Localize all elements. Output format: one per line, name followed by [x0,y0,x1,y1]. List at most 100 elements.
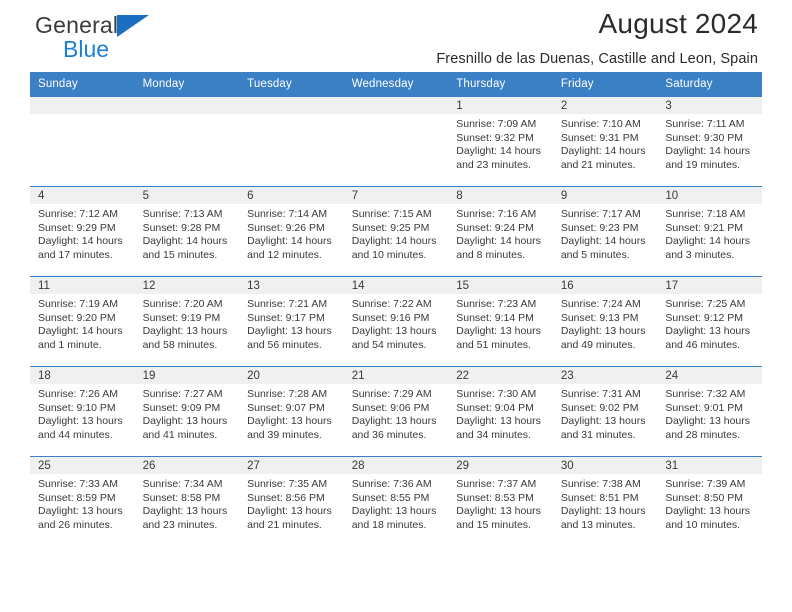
day-details: Sunrise: 7:16 AM Sunset: 9:24 PM Daylight:… [448,204,553,262]
calendar-day-cell[interactable]: 20 Sunrise: 7:28 AM Sunset: 9:07 PM Dayligh… [239,366,344,457]
sunrise-text: Sunrise: 7:25 AM [665,298,746,310]
sunrise-text: Sunrise: 7:24 AM [560,298,641,310]
calendar-day-cell[interactable]: 28 Sunrise: 7:36 AM Sunset: 8:55 PM Dayligh… [343,456,449,547]
calendar-day-cell[interactable]: 2 Sunrise: 7:10 AM Sunset: 9:31 PM Daylight… [552,96,658,187]
day-number: 20 [239,367,344,384]
day-details: Sunrise: 7:25 AM Sunset: 9:12 PM Daylight:… [657,294,762,352]
day-details: Sunrise: 7:27 AM Sunset: 9:09 PM Daylight:… [135,384,240,442]
sunrise-text: Sunrise: 7:32 AM [665,388,746,400]
day-number: 15 [448,277,553,294]
calendar-day-cell[interactable]: 25 Sunrise: 7:33 AM Sunset: 8:59 PM Dayligh… [30,456,135,547]
sunset-text: Sunset: 9:19 PM [142,311,221,324]
calendar-day-cell[interactable]: 26 Sunrise: 7:34 AM Sunset: 8:58 PM Dayligh… [134,456,240,547]
daylight-text-line2: and 13 minutes. [560,518,636,531]
day-number: 9 [552,187,658,204]
day-number: 4 [30,187,135,204]
sunrise-text: Sunrise: 7:34 AM [142,478,223,490]
day-details: Sunrise: 7:32 AM Sunset: 9:01 PM Daylight:… [657,384,762,442]
sunrise-text: Sunrise: 7:23 AM [456,298,537,310]
sunrise-text: Sunrise: 7:11 AM [665,118,745,130]
calendar-day-cell[interactable]: 5 Sunrise: 7:13 AM Sunset: 9:28 PM Daylight… [134,186,240,277]
day-number: 31 [657,457,762,474]
sunrise-text: Sunrise: 7:33 AM [38,478,118,490]
logo-word-general: General [35,12,119,38]
calendar-day-cell[interactable]: 29 Sunrise: 7:37 AM Sunset: 8:53 PM Dayligh… [448,456,553,547]
day-details: Sunrise: 7:24 AM Sunset: 9:13 PM Daylight:… [553,294,658,352]
calendar-day-cell[interactable]: 9 Sunrise: 7:17 AM Sunset: 9:23 PM Daylight… [552,186,658,277]
sunset-text: Sunset: 8:56 PM [247,491,325,504]
calendar-day-cell[interactable]: 21 Sunrise: 7:29 AM Sunset: 9:06 PM Dayligh… [343,366,449,457]
sunset-text: Sunset: 9:04 PM [456,401,534,414]
calendar-empty-cell [343,96,449,187]
daylight-text-line2: and 51 minutes. [456,338,531,351]
daylight-text-line1: Daylight: 13 hours [38,505,123,518]
calendar-day-cell[interactable]: 24 Sunrise: 7:32 AM Sunset: 9:01 PM Dayligh… [657,366,762,457]
day-details: Sunrise: 7:38 AM Sunset: 8:51 PM Daylight:… [553,474,658,532]
calendar-day-cell[interactable]: 12 Sunrise: 7:20 AM Sunset: 9:19 PM Dayligh… [134,276,240,367]
calendar-day-cell[interactable]: 18 Sunrise: 7:26 AM Sunset: 9:10 PM Dayligh… [30,366,135,457]
daylight-text-line1: Daylight: 13 hours [38,415,123,428]
calendar-day-cell[interactable]: 10 Sunrise: 7:18 AM Sunset: 9:21 PM Dayligh… [657,186,762,277]
daylight-text-line1: Daylight: 13 hours [142,325,228,338]
logo-text-general: General [35,12,150,38]
daylight-text-line2: and 23 minutes. [456,158,531,171]
calendar-day-cell[interactable]: 30 Sunrise: 7:38 AM Sunset: 8:51 PM Dayligh… [552,456,658,547]
daylight-text-line1: Daylight: 14 hours [560,145,646,158]
weekday-header-thursday: Thursday [448,72,553,97]
daylight-text-line1: Daylight: 14 hours [560,235,646,248]
day-number [134,97,240,114]
calendar-day-cell[interactable]: 3 Sunrise: 7:11 AM Sunset: 9:30 PM Daylight… [657,96,762,187]
calendar-day-cell[interactable]: 16 Sunrise: 7:24 AM Sunset: 9:13 PM Dayligh… [552,276,658,367]
sunrise-text: Sunrise: 7:19 AM [38,298,118,310]
page-header: General Blue August 2024 Fresnillo de la… [30,0,762,72]
daylight-text-line2: and 10 minutes. [665,518,741,531]
daylight-text-line2: and 10 minutes. [351,248,427,261]
daylight-text-line2: and 3 minutes. [665,248,735,261]
calendar-day-cell[interactable]: 31 Sunrise: 7:39 AM Sunset: 8:50 PM Dayligh… [657,456,762,547]
day-number [239,97,344,114]
calendar-day-cell[interactable]: 4 Sunrise: 7:12 AM Sunset: 9:29 PM Daylight… [30,186,135,277]
calendar-day-cell[interactable]: 7 Sunrise: 7:15 AM Sunset: 9:25 PM Daylight… [343,186,449,277]
calendar-day-cell[interactable]: 27 Sunrise: 7:35 AM Sunset: 8:56 PM Dayligh… [239,456,344,547]
sunrise-text: Sunrise: 7:17 AM [560,208,641,220]
calendar-day-cell[interactable]: 1 Sunrise: 7:09 AM Sunset: 9:32 PM Daylight… [448,96,553,187]
calendar-day-cell[interactable]: 11 Sunrise: 7:19 AM Sunset: 9:20 PM Dayligh… [30,276,135,367]
daylight-text-line1: Daylight: 13 hours [247,505,332,518]
day-number: 13 [239,277,344,294]
day-details: Sunrise: 7:30 AM Sunset: 9:04 PM Daylight:… [448,384,553,442]
sunrise-text: Sunrise: 7:12 AM [38,208,118,220]
sunset-text: Sunset: 9:20 PM [38,311,116,324]
day-details: Sunrise: 7:15 AM Sunset: 9:25 PM Daylight:… [344,204,449,262]
daylight-text-line2: and 41 minutes. [142,428,218,441]
day-details: Sunrise: 7:10 AM Sunset: 9:31 PM Daylight:… [553,114,658,172]
day-number [30,97,135,114]
calendar-day-cell[interactable]: 23 Sunrise: 7:31 AM Sunset: 9:02 PM Dayligh… [552,366,658,457]
calendar-day-cell[interactable]: 13 Sunrise: 7:21 AM Sunset: 9:17 PM Dayligh… [239,276,344,367]
calendar-day-cell[interactable]: 8 Sunrise: 7:16 AM Sunset: 9:24 PM Daylight… [448,186,553,277]
calendar-day-cell[interactable]: 19 Sunrise: 7:27 AM Sunset: 9:09 PM Dayligh… [134,366,240,457]
calendar-week-row: 18 Sunrise: 7:26 AM Sunset: 9:10 PM Dayligh… [30,366,762,457]
sunrise-text: Sunrise: 7:21 AM [247,298,328,310]
sunset-text: Sunset: 9:09 PM [142,401,221,414]
daylight-text-line2: and 56 minutes. [247,338,322,351]
day-details: Sunrise: 7:39 AM Sunset: 8:50 PM Daylight:… [657,474,762,532]
day-details: Sunrise: 7:31 AM Sunset: 9:02 PM Daylight:… [553,384,658,442]
calendar-day-cell[interactable]: 17 Sunrise: 7:25 AM Sunset: 9:12 PM Dayligh… [657,276,762,367]
sunset-text: Sunset: 9:06 PM [351,401,430,414]
daylight-text-line2: and 54 minutes. [351,338,427,351]
sunrise-text: Sunrise: 7:13 AM [142,208,223,220]
calendar-day-cell[interactable]: 6 Sunrise: 7:14 AM Sunset: 9:26 PM Daylight… [239,186,344,277]
calendar-day-cell[interactable]: 15 Sunrise: 7:23 AM Sunset: 9:14 PM Dayligh… [448,276,553,367]
daylight-text-line2: and 28 minutes. [665,428,741,441]
day-number: 21 [343,367,449,384]
day-number: 3 [657,97,762,114]
day-number: 6 [239,187,344,204]
calendar-body: 1 Sunrise: 7:09 AM Sunset: 9:32 PM Daylight… [30,96,762,547]
sunrise-text: Sunrise: 7:37 AM [456,478,537,490]
calendar-day-cell[interactable]: 22 Sunrise: 7:30 AM Sunset: 9:04 PM Dayligh… [448,366,553,457]
sunrise-text: Sunrise: 7:15 AM [351,208,432,220]
page-subtitle: Fresnillo de las Duenas, Castille and Le… [436,51,758,67]
calendar-day-cell[interactable]: 14 Sunrise: 7:22 AM Sunset: 9:16 PM Dayligh… [343,276,449,367]
sunrise-text: Sunrise: 7:26 AM [38,388,118,400]
daylight-text-line1: Daylight: 14 hours [665,235,751,248]
